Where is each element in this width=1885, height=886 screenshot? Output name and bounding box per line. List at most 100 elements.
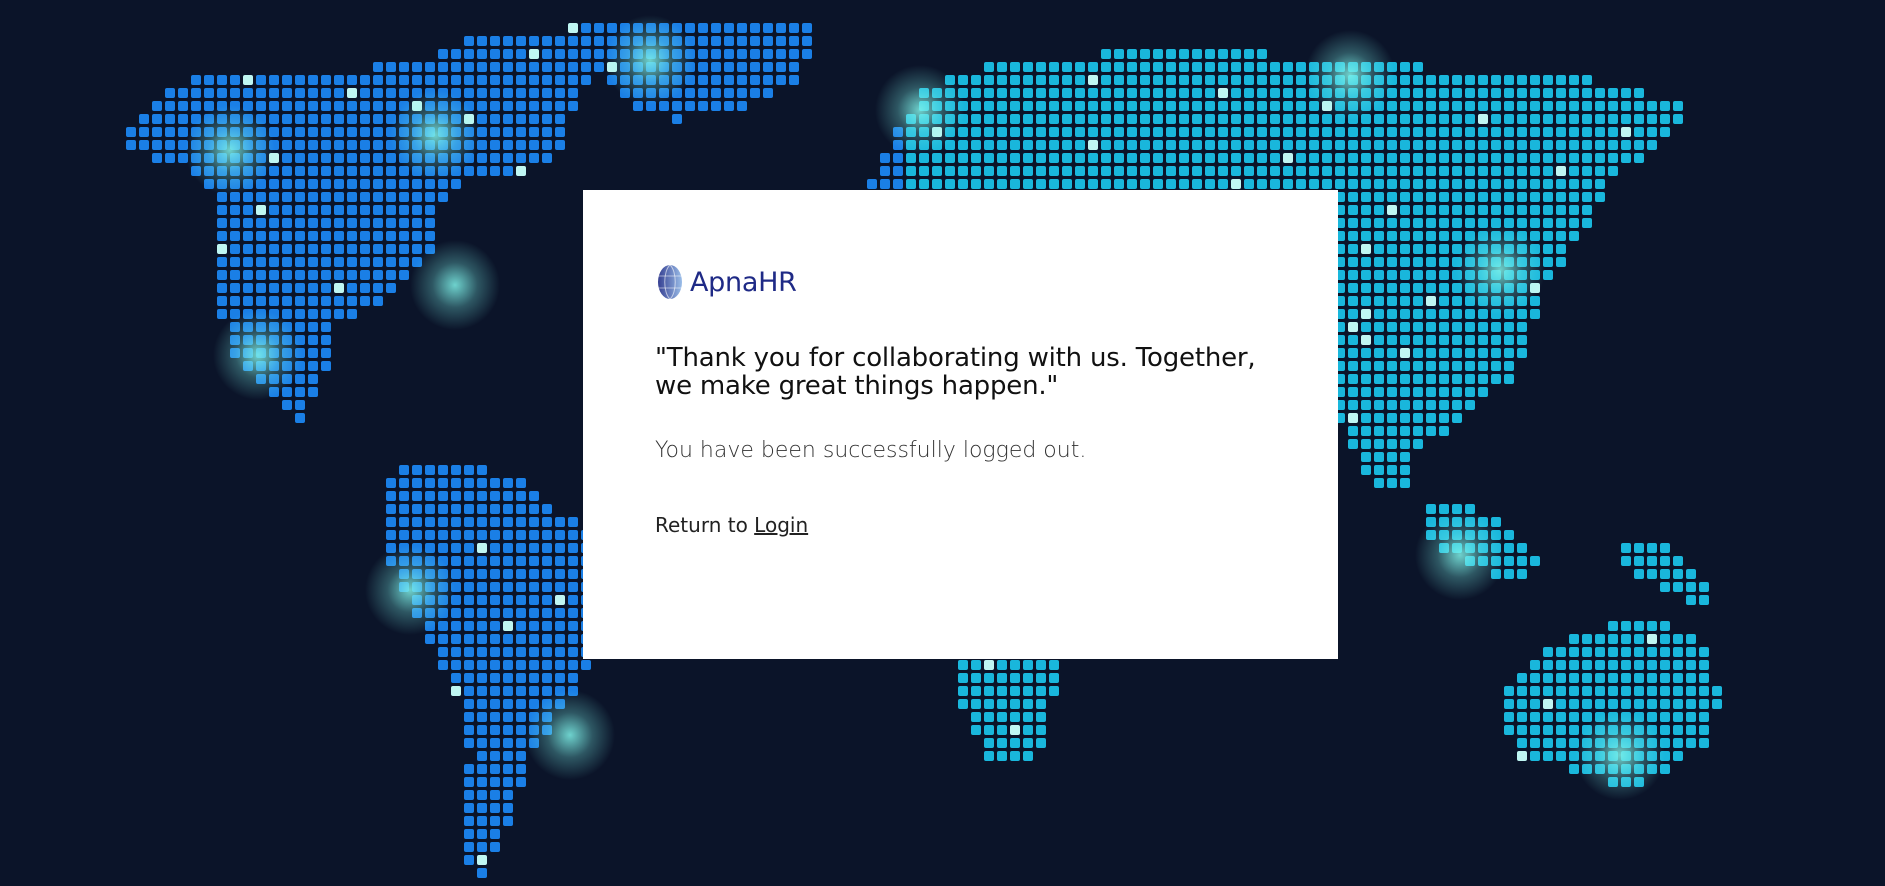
- map-dot: [1543, 673, 1553, 683]
- map-dot: [1478, 218, 1488, 228]
- map-dot: [451, 621, 461, 631]
- map-dot: [477, 699, 487, 709]
- map-dot: [1400, 153, 1410, 163]
- map-dot: [1023, 699, 1033, 709]
- map-dot: [1296, 179, 1306, 189]
- map-dot: [243, 296, 253, 306]
- login-link[interactable]: Login: [754, 513, 808, 537]
- map-dot: [516, 101, 526, 111]
- map-dot: [503, 621, 513, 631]
- map-dot: [295, 387, 305, 397]
- map-dot: [230, 75, 240, 85]
- map-dot: [1439, 153, 1449, 163]
- map-dot: [1374, 413, 1384, 423]
- map-dot: [568, 660, 578, 670]
- map-dot: [1543, 244, 1553, 254]
- map-dot: [217, 205, 227, 215]
- map-dot: [126, 140, 136, 150]
- map-dot: [1010, 699, 1020, 709]
- map-dot: [750, 88, 760, 98]
- map-dot: [945, 179, 955, 189]
- map-dot: [1153, 88, 1163, 98]
- map-dot: [217, 309, 227, 319]
- map-dot: [386, 517, 396, 527]
- map-dot: [568, 530, 578, 540]
- map-dot: [1166, 179, 1176, 189]
- map-dot: [1478, 153, 1488, 163]
- map-dot: [490, 829, 500, 839]
- map-dot: [1270, 101, 1280, 111]
- map-dot: [503, 491, 513, 501]
- map-dot: [1387, 426, 1397, 436]
- map-dot: [1608, 88, 1618, 98]
- map-dot: [1608, 166, 1618, 176]
- map-dot: [451, 517, 461, 527]
- map-dot: [308, 75, 318, 85]
- map-dot: [386, 270, 396, 280]
- map-dot: [529, 140, 539, 150]
- map-dot: [542, 543, 552, 553]
- map-dot: [971, 75, 981, 85]
- map-dot: [1413, 166, 1423, 176]
- map-dot: [1530, 751, 1540, 761]
- map-dot: [490, 114, 500, 124]
- map-dot: [1686, 725, 1696, 735]
- map-dot: [347, 166, 357, 176]
- map-dot: [256, 75, 266, 85]
- map-dot: [1010, 75, 1020, 85]
- map-dot: [1634, 153, 1644, 163]
- map-dot: [503, 803, 513, 813]
- map-dot: [1088, 127, 1098, 137]
- map-dot: [477, 166, 487, 176]
- map-dot: [516, 686, 526, 696]
- map-dot: [360, 75, 370, 85]
- map-dot: [542, 49, 552, 59]
- map-dot: [1582, 166, 1592, 176]
- map-dot: [1231, 140, 1241, 150]
- map-dot: [1543, 699, 1553, 709]
- map-dot: [1712, 699, 1722, 709]
- map-dot: [1348, 309, 1358, 319]
- map-dot: [997, 75, 1007, 85]
- map-dot: [1439, 140, 1449, 150]
- map-dot: [438, 491, 448, 501]
- map-dot: [984, 686, 994, 696]
- map-dot: [516, 478, 526, 488]
- map-dot: [399, 257, 409, 267]
- map-dot: [451, 686, 461, 696]
- map-dot: [1205, 75, 1215, 85]
- map-dot: [529, 491, 539, 501]
- map-dot: [724, 88, 734, 98]
- map-dot: [516, 114, 526, 124]
- map-dot: [1517, 127, 1527, 137]
- map-glow-spot: [213, 310, 303, 400]
- map-dot: [568, 49, 578, 59]
- map-dot: [1634, 127, 1644, 137]
- map-dot: [503, 816, 513, 826]
- map-dot: [594, 36, 604, 46]
- map-dot: [1517, 751, 1527, 761]
- map-dot: [373, 296, 383, 306]
- map-dot: [1387, 452, 1397, 462]
- map-dot: [1556, 192, 1566, 202]
- map-dot: [1348, 296, 1358, 306]
- map-dot: [191, 101, 201, 111]
- map-dot: [1621, 153, 1631, 163]
- map-dot: [217, 270, 227, 280]
- map-dot: [1647, 101, 1657, 111]
- map-dot: [334, 75, 344, 85]
- map-dot: [1179, 49, 1189, 59]
- map-dot: [282, 257, 292, 267]
- map-dot: [1387, 296, 1397, 306]
- map-dot: [386, 218, 396, 228]
- map-dot: [945, 166, 955, 176]
- map-dot: [516, 569, 526, 579]
- map-dot: [1283, 127, 1293, 137]
- map-dot: [1374, 179, 1384, 189]
- map-dot: [1426, 140, 1436, 150]
- map-dot: [1426, 192, 1436, 202]
- map-dot: [1452, 218, 1462, 228]
- map-dot: [269, 192, 279, 202]
- map-dot: [1569, 114, 1579, 124]
- map-dot: [1387, 192, 1397, 202]
